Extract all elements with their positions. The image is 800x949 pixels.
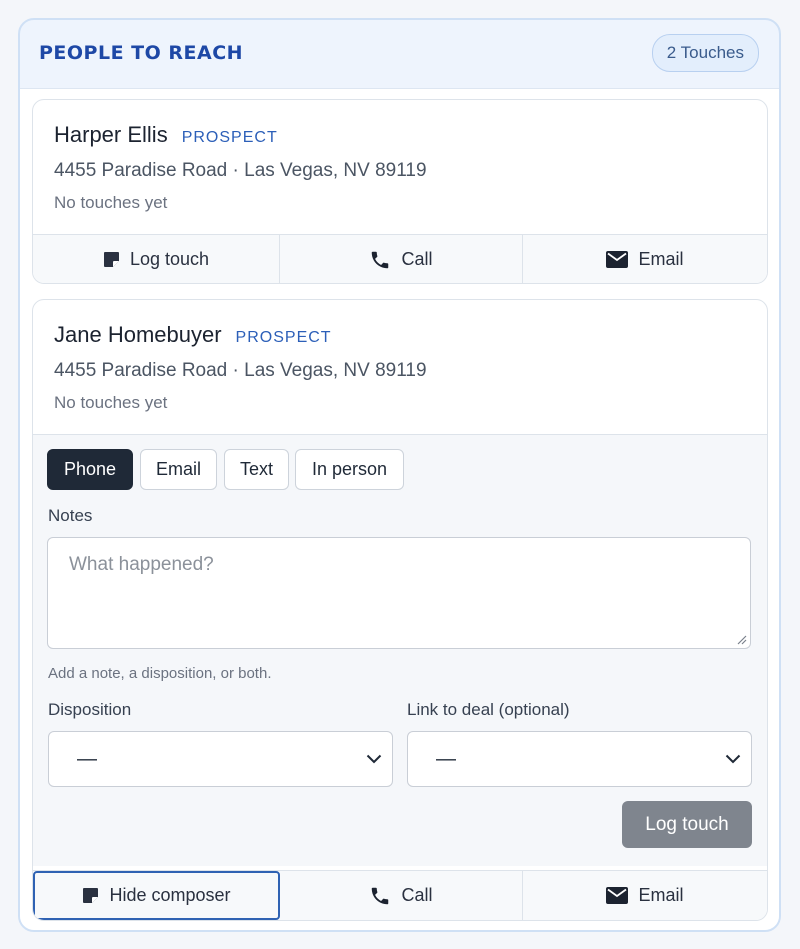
log-touch-button[interactable]: Log touch [33,235,280,283]
contact-status-tag: PROSPECT [235,329,332,346]
call-label: Call [401,249,433,269]
notes-helper-text: Add a note, a disposition, or both. [48,665,272,682]
hide-composer-label: Hide composer [109,885,231,905]
hide-composer-button[interactable]: Hide composer [33,871,280,920]
contact-address: 4455 Paradise Road · Las Vegas, NV 89119 [54,360,427,381]
notes-label: Notes [48,506,93,525]
call-button[interactable]: Call [280,235,523,283]
log-touch-label: Log touch [129,249,210,269]
panel-title: PEOPLE TO REACH [39,42,244,64]
call-label: Call [401,885,433,905]
deal-select[interactable]: — [407,731,752,787]
touch-status: No touches yet [54,393,168,412]
contact-name: Jane Homebuyer [54,322,222,347]
contact-card: Jane Homebuyer PROSPECT 4455 Paradise Ro… [32,299,768,921]
touch-composer: Phone Email Text In person Notes What ha… [33,434,767,866]
channel-text[interactable]: Text [224,449,289,490]
panel-header: PEOPLE TO REACH 2 Touches [20,20,779,86]
deal-label: Link to deal (optional) [407,700,570,719]
phone-icon [372,251,389,268]
mail-icon [606,251,629,268]
call-button[interactable]: Call [280,871,523,920]
deal-value: — [436,747,456,770]
email-label: Email [638,885,684,905]
channel-in-person[interactable]: In person [295,449,404,490]
channel-phone[interactable]: Phone [47,449,133,490]
disposition-value: — [77,747,97,770]
contact-card: Harper Ellis PROSPECT 4455 Paradise Road… [32,99,768,284]
contact-actions: Hide composer Call Email [33,870,767,920]
notes-placeholder: What happened? [69,554,214,575]
note-icon [83,888,99,903]
contact-name: Harper Ellis [54,122,168,147]
contact-address: 4455 Paradise Road · Las Vegas, NV 89119 [54,160,427,181]
touches-count-badge: 2 Touches [651,34,759,72]
chevron-down-icon [366,754,382,764]
disposition-label: Disposition [48,700,132,719]
disposition-select[interactable]: — [48,731,393,787]
notes-textarea[interactable]: What happened? [47,537,751,649]
log-touch-submit-button[interactable]: Log touch [622,801,752,848]
contact-status-tag: PROSPECT [181,129,278,146]
contact-actions: Log touch Call Email [33,234,767,283]
mail-icon [606,887,629,904]
channel-email[interactable]: Email [140,449,217,490]
touch-status: No touches yet [54,193,168,212]
contact-info: Jane Homebuyer PROSPECT 4455 Paradise Ro… [33,300,767,413]
email-button[interactable]: Email [523,871,767,920]
email-button[interactable]: Email [523,235,767,283]
chevron-down-icon [725,754,741,764]
email-label: Email [638,249,684,269]
note-icon [103,252,119,267]
contact-list: Harper Ellis PROSPECT 4455 Paradise Road… [20,88,779,930]
contact-info: Harper Ellis PROSPECT 4455 Paradise Road… [33,100,767,213]
phone-icon [372,887,389,904]
people-to-reach-panel: PEOPLE TO REACH 2 Touches Harper Ellis P… [18,18,781,932]
resize-grip-icon[interactable] [735,633,747,645]
